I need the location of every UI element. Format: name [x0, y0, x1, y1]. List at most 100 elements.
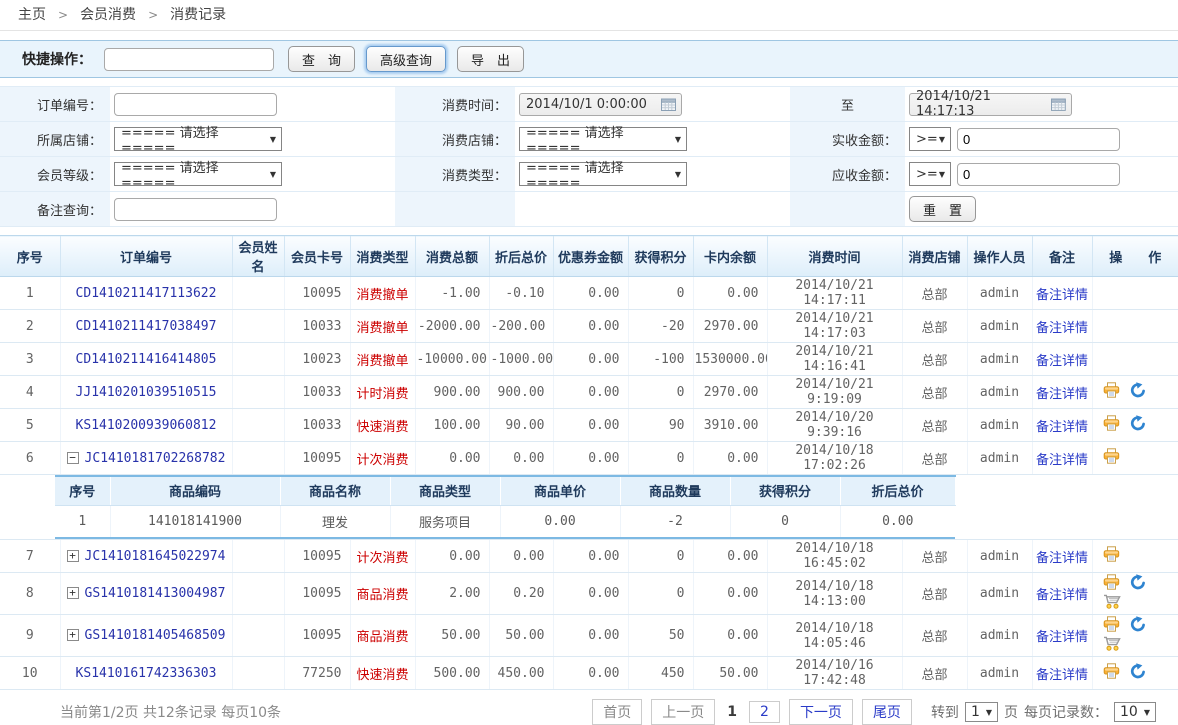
print-icon[interactable] [1103, 415, 1120, 435]
goto-page-select[interactable]: 1▼ [965, 702, 998, 722]
breadcrumb-current-page: 消费记录 [170, 7, 226, 23]
time-from-input[interactable]: 2014/10/1 0:00:00 [519, 93, 682, 116]
col-header-remark: 备注 [1032, 236, 1092, 277]
order-no-link[interactable]: CD1410211417038497 [76, 319, 217, 334]
page-2-link[interactable]: 2 [749, 701, 780, 723]
record-row: 1CD141021141711362210095消费撤单-1.00-0.100.… [0, 277, 1178, 310]
last-page-button[interactable]: 尾页 [862, 699, 912, 725]
goods-col-header: 商品单价 [500, 476, 620, 505]
print-icon[interactable] [1103, 448, 1120, 468]
consume-type-select[interactable]: ===== 请选择 =====▼ [519, 162, 687, 186]
print-icon[interactable] [1103, 616, 1120, 636]
operator-cell: admin [967, 277, 1032, 310]
consume-store-select[interactable]: ===== 请选择 =====▼ [519, 127, 687, 151]
balance-cell: 0.00 [693, 277, 767, 310]
total-amount-cell: 0.00 [415, 540, 489, 573]
store-cell: 总部 [902, 409, 967, 442]
cart-icon[interactable] [1103, 594, 1121, 613]
points-cell: -100 [628, 343, 693, 376]
member-name-cell [232, 310, 284, 343]
expand-row-icon[interactable]: + [67, 550, 79, 562]
remark-details-link[interactable]: 备注详情 [1036, 420, 1088, 435]
operator-cell: admin [967, 310, 1032, 343]
consume-type-cell: 消费撤单 [350, 343, 415, 376]
remark-details-link[interactable]: 备注详情 [1036, 288, 1088, 303]
card-no-cell: 10095 [284, 615, 350, 657]
breadcrumb-home[interactable]: 主页 [18, 7, 46, 23]
member-level-select[interactable]: ===== 请选择 =====▼ [114, 162, 282, 186]
reset-button[interactable]: 重 置 [909, 196, 976, 222]
due-amount-input[interactable] [957, 163, 1120, 186]
consume-time-cell: 2014/10/20 9:39:16 [767, 409, 902, 442]
goods-subtable-header-row: 序号商品编码商品名称商品类型商品单价商品数量获得积分折后总价 [55, 476, 955, 505]
record-row: 3CD141021141641480510023消费撤单-10000.00-10… [0, 343, 1178, 376]
points-cell: -20 [628, 310, 693, 343]
order-no-input[interactable] [114, 93, 277, 116]
consume-type-cell: 消费撤单 [350, 277, 415, 310]
order-no-link[interactable]: JC1410181645022974 [85, 549, 226, 564]
total-amount-cell: 100.00 [415, 409, 489, 442]
undo-icon[interactable] [1130, 415, 1146, 435]
first-page-button[interactable]: 首页 [592, 699, 642, 725]
page-size-select[interactable]: 10▼ [1114, 702, 1156, 722]
own-store-select[interactable]: ===== 请选择 =====▼ [114, 127, 282, 151]
next-page-button[interactable]: 下一页 [789, 699, 853, 725]
print-icon[interactable] [1103, 663, 1120, 683]
breadcrumb-member-consume[interactable]: 会员消费 [80, 7, 136, 23]
undo-icon[interactable] [1130, 663, 1146, 683]
undo-icon[interactable] [1130, 574, 1146, 594]
query-button[interactable]: 查 询 [288, 46, 355, 72]
remark-details-link[interactable]: 备注详情 [1036, 551, 1088, 566]
order-no-link[interactable]: GS1410181413004987 [85, 586, 226, 601]
order-no-link[interactable]: JJ1410201039510515 [76, 385, 217, 400]
print-icon[interactable] [1103, 546, 1120, 566]
expand-row-icon[interactable]: + [67, 629, 79, 641]
prev-page-button[interactable]: 上一页 [651, 699, 715, 725]
quick-search-input[interactable] [104, 48, 274, 71]
col-header-points: 获得积分 [628, 236, 693, 277]
order-no-link[interactable]: JC1410181702268782 [85, 451, 226, 466]
remark-details-link[interactable]: 备注详情 [1036, 354, 1088, 369]
expand-row-icon[interactable]: + [67, 587, 79, 599]
advanced-query-button[interactable]: 高级查询 [366, 46, 446, 72]
consume-time-cell: 2014/10/18 17:02:26 [767, 442, 902, 475]
cart-icon[interactable] [1103, 636, 1121, 655]
remark-details-link[interactable]: 备注详情 [1036, 588, 1088, 603]
remark-details-link[interactable]: 备注详情 [1036, 668, 1088, 683]
undo-icon[interactable] [1130, 616, 1146, 636]
col-header-consume-type: 消费类型 [350, 236, 415, 277]
order-no-link[interactable]: GS1410181405468509 [85, 628, 226, 643]
remark-details-link[interactable]: 备注详情 [1036, 321, 1088, 336]
record-row: 7+JC141018164502297410095计次消费0.000.000.0… [0, 540, 1178, 573]
export-button[interactable]: 导 出 [457, 46, 524, 72]
remark-details-link[interactable]: 备注详情 [1036, 630, 1088, 645]
remark-cell: 备注详情 [1032, 277, 1092, 310]
balance-cell: 0.00 [693, 540, 767, 573]
chevron-down-icon: ▼ [939, 135, 945, 144]
collapse-row-icon[interactable]: − [67, 452, 79, 464]
print-icon[interactable] [1103, 574, 1120, 594]
row-actions-cell [1092, 573, 1178, 615]
real-amount-input[interactable] [957, 128, 1120, 151]
due-amount-op-select[interactable]: >=▼ [909, 162, 951, 186]
undo-icon[interactable] [1130, 382, 1146, 402]
time-to-input[interactable]: 2014/10/21 14:17:13 [909, 93, 1072, 116]
remark-search-input[interactable] [114, 198, 277, 221]
coupon-amount-cell: 0.00 [553, 615, 628, 657]
consume-type-cell: 计时消费 [350, 376, 415, 409]
total-amount-cell: -1.00 [415, 277, 489, 310]
consume-store-label: 消费店铺： [395, 122, 515, 157]
remark-details-link[interactable]: 备注详情 [1036, 387, 1088, 402]
order-no-link[interactable]: KS1410161742336303 [76, 666, 217, 681]
order-no-link[interactable]: CD1410211417113622 [76, 286, 217, 301]
goods-cell: 0.00 [500, 505, 620, 538]
real-amount-op-select[interactable]: >=▼ [909, 127, 951, 151]
remark-details-link[interactable]: 备注详情 [1036, 453, 1088, 468]
order-no-link[interactable]: CD1410211416414805 [76, 352, 217, 367]
balance-cell: 0.00 [693, 573, 767, 615]
order-no-label: 订单编号： [0, 87, 110, 122]
row-index: 5 [0, 409, 60, 442]
order-no-link[interactable]: KS1410200939060812 [76, 418, 217, 433]
print-icon[interactable] [1103, 382, 1120, 402]
operator-cell: admin [967, 376, 1032, 409]
